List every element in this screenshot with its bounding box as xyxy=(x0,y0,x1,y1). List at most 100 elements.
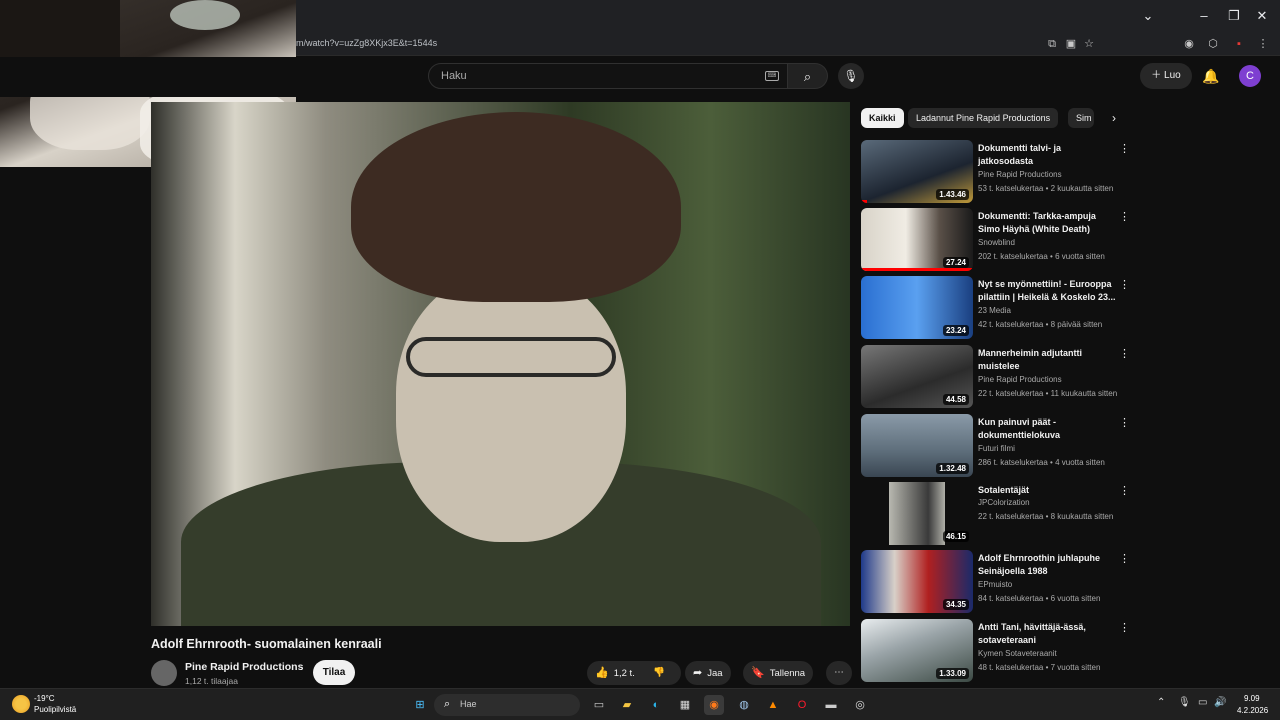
chrome-icon[interactable]: ◎ xyxy=(850,695,870,715)
share-icon: ➦ xyxy=(693,667,703,679)
store-icon[interactable]: ▦ xyxy=(675,695,695,715)
recommendation-channel[interactable]: Kymen Sotaveteraanit xyxy=(978,649,1057,658)
chevron-down-icon[interactable]: ⌄ xyxy=(1138,6,1158,26)
search-placeholder: Haku xyxy=(441,70,467,82)
like-count[interactable]: 1,2 t. xyxy=(614,668,635,679)
subscribe-button[interactable]: Tilaa xyxy=(313,660,355,685)
recommendation-title[interactable]: Sotalentäjät xyxy=(978,484,1118,497)
more-vertical-icon[interactable]: ⋮ xyxy=(1119,621,1130,634)
video-title: Adolf Ehrnrooth- suomalainen kenraali xyxy=(151,637,382,651)
video-player[interactable] xyxy=(151,102,850,626)
recommendation-title[interactable]: Antti Tani, hävittäjä-ässä, sotaveteraan… xyxy=(978,621,1118,647)
more-vertical-icon[interactable]: ⋮ xyxy=(1119,142,1130,155)
weather-icon[interactable] xyxy=(12,695,30,713)
close-icon[interactable]: ✕ xyxy=(1252,6,1272,26)
weather-description[interactable]: Puolipilvistä xyxy=(34,705,76,714)
channel-name[interactable]: Pine Rapid Productions xyxy=(185,661,303,673)
recommendation-item[interactable]: 23.24 Nyt se myönnettiin! - Eurooppa pil… xyxy=(861,276,1136,340)
chip-similar[interactable]: Sim xyxy=(1068,108,1094,128)
notifications-bell-icon[interactable]: 🔔 xyxy=(1202,65,1220,87)
taskbar-search-input[interactable]: ⌕ Hae xyxy=(434,694,580,716)
recommendation-channel[interactable]: JPColorization xyxy=(978,498,1030,507)
video-thumbnail[interactable]: 23.24 xyxy=(861,276,973,339)
more-vertical-icon[interactable]: ⋮ xyxy=(1119,278,1130,291)
account-avatar[interactable]: C xyxy=(1239,65,1261,87)
create-button[interactable]: ＋ Luo xyxy=(1140,63,1192,89)
extensions-icon[interactable]: ⬡ xyxy=(1205,36,1221,52)
recommendation-channel[interactable]: Pine Rapid Productions xyxy=(978,375,1062,384)
video-thumbnail[interactable]: 1.33.09 xyxy=(861,619,973,682)
steam-icon[interactable]: ◍ xyxy=(734,695,754,715)
save-label: Tallenna xyxy=(769,668,806,679)
video-thumbnail[interactable]: 34.35 xyxy=(861,550,973,613)
recommendation-channel[interactable]: Snowblind xyxy=(978,238,1015,247)
chip-uploaded-by[interactable]: Ladannut Pine Rapid Productions xyxy=(908,108,1059,128)
file-explorer-icon[interactable]: ▰ xyxy=(617,695,637,715)
chip-all[interactable]: Kaikki xyxy=(861,108,904,128)
extension-badge-icon[interactable]: ▪ xyxy=(1231,36,1247,52)
chevron-up-icon[interactable]: ⌃ xyxy=(1157,697,1165,708)
recommendation-title[interactable]: Nyt se myönnettiin! - Eurooppa pilattiin… xyxy=(978,278,1118,304)
task-view-icon[interactable]: ▭ xyxy=(589,695,609,715)
profile-icon[interactable]: ◉ xyxy=(1181,36,1197,52)
search-button[interactable]: ⌕ xyxy=(788,63,828,89)
recommendation-item[interactable]: 1.32.48 Kun painuvi päät - dokumenttielo… xyxy=(861,414,1136,478)
url-text[interactable]: m/watch?v=uzZg8XKjx3E&t=1544s xyxy=(296,38,437,48)
recommendation-channel[interactable]: Futuri filmi xyxy=(978,444,1015,453)
recommendation-channel[interactable]: 23 Media xyxy=(978,306,1011,315)
menu-dots-icon[interactable]: ⋮ xyxy=(1255,36,1271,52)
more-vertical-icon[interactable]: ⋮ xyxy=(1119,484,1130,497)
recommendation-item[interactable]: 1.43.46 Dokumentti talvi- ja jatkosodast… xyxy=(861,140,1136,204)
open-in-app-icon[interactable]: ▣ xyxy=(1063,36,1079,52)
search-input[interactable]: Haku ⌨ xyxy=(428,63,788,89)
chevron-right-icon[interactable]: › xyxy=(1104,108,1124,128)
save-button[interactable]: 🔖 Tallenna xyxy=(743,661,814,685)
edge-browser-icon[interactable]: ◐ xyxy=(646,695,666,715)
keyboard-icon[interactable]: ⌨ xyxy=(765,71,779,81)
thumbs-up-icon[interactable]: 👍 xyxy=(595,667,609,679)
microphone-icon[interactable]: 🎙 xyxy=(1178,697,1191,708)
recommendation-item[interactable]: 44.58 Mannerheimin adjutantti muistelee … xyxy=(861,345,1136,409)
opera-icon[interactable]: O xyxy=(792,695,812,715)
video-thumbnail[interactable]: 1.43.46 xyxy=(861,140,973,203)
terminal-icon[interactable]: ▬ xyxy=(821,695,841,715)
thumbs-down-icon[interactable]: 👎 xyxy=(653,661,665,685)
more-vertical-icon[interactable]: ⋮ xyxy=(1119,210,1130,223)
more-vertical-icon[interactable]: ⋮ xyxy=(1119,552,1130,565)
restore-icon[interactable]: ❐ xyxy=(1224,6,1244,26)
clock-time[interactable]: 9.09 xyxy=(1244,694,1260,703)
more-vertical-icon[interactable]: ⋮ xyxy=(1119,347,1130,360)
bookmark-star-icon[interactable]: ☆ xyxy=(1081,36,1097,52)
recommendation-channel[interactable]: Pine Rapid Productions xyxy=(978,170,1062,179)
recommendation-title[interactable]: Dokumentti: Tarkka-ampuja Simo Häyhä (Wh… xyxy=(978,210,1118,236)
recommendation-title[interactable]: Dokumentti talvi- ja jatkosodasta xyxy=(978,142,1118,168)
recommendation-item[interactable]: 1.33.09 Antti Tani, hävittäjä-ässä, sota… xyxy=(861,619,1136,683)
recommendation-title[interactable]: Mannerheimin adjutantti muistelee xyxy=(978,347,1118,373)
video-thumbnail[interactable]: 1.32.48 xyxy=(861,414,973,477)
windows-start-icon[interactable]: ⊞ xyxy=(410,695,430,715)
firefox-icon[interactable]: ◉ xyxy=(704,695,724,715)
recommendation-item[interactable]: 27.24 Dokumentti: Tarkka-ampuja Simo Häy… xyxy=(861,208,1136,272)
taskbar-search-placeholder: Hae xyxy=(460,699,477,709)
clock-date[interactable]: 4.2.2026 xyxy=(1237,706,1268,715)
subscriber-count: 1,12 t. tilaajaa xyxy=(185,676,238,686)
install-app-icon[interactable]: ⧉ xyxy=(1044,36,1060,52)
recommendation-channel[interactable]: EPmuisto xyxy=(978,580,1012,589)
minimize-icon[interactable]: – xyxy=(1194,6,1214,26)
recommendation-item[interactable]: 46.15 Sotalentäjät JPColorization 22 t. … xyxy=(861,482,1136,546)
voice-search-button[interactable]: 🎙 xyxy=(838,63,864,89)
share-button[interactable]: ➦ Jaa xyxy=(685,661,731,685)
volume-icon[interactable]: 🔊 xyxy=(1214,697,1226,708)
more-actions-button[interactable]: ⋯ xyxy=(826,661,852,685)
video-thumbnail[interactable]: 44.58 xyxy=(861,345,973,408)
recommendation-title[interactable]: Kun painuvi päät - dokumenttielokuva xyxy=(978,416,1118,442)
temperature[interactable]: -19°C xyxy=(34,694,55,703)
recommendation-item[interactable]: 34.35 Adolf Ehrnroothin juhlapuhe Seinäj… xyxy=(861,550,1136,614)
network-icon[interactable]: ▭ xyxy=(1198,697,1207,708)
channel-avatar[interactable] xyxy=(151,660,177,686)
vlc-icon[interactable]: ▲ xyxy=(763,695,783,715)
video-thumbnail[interactable]: 27.24 xyxy=(861,208,973,271)
video-thumbnail[interactable]: 46.15 xyxy=(861,482,973,545)
more-vertical-icon[interactable]: ⋮ xyxy=(1119,416,1130,429)
recommendation-title[interactable]: Adolf Ehrnroothin juhlapuhe Seinäjoella … xyxy=(978,552,1118,578)
